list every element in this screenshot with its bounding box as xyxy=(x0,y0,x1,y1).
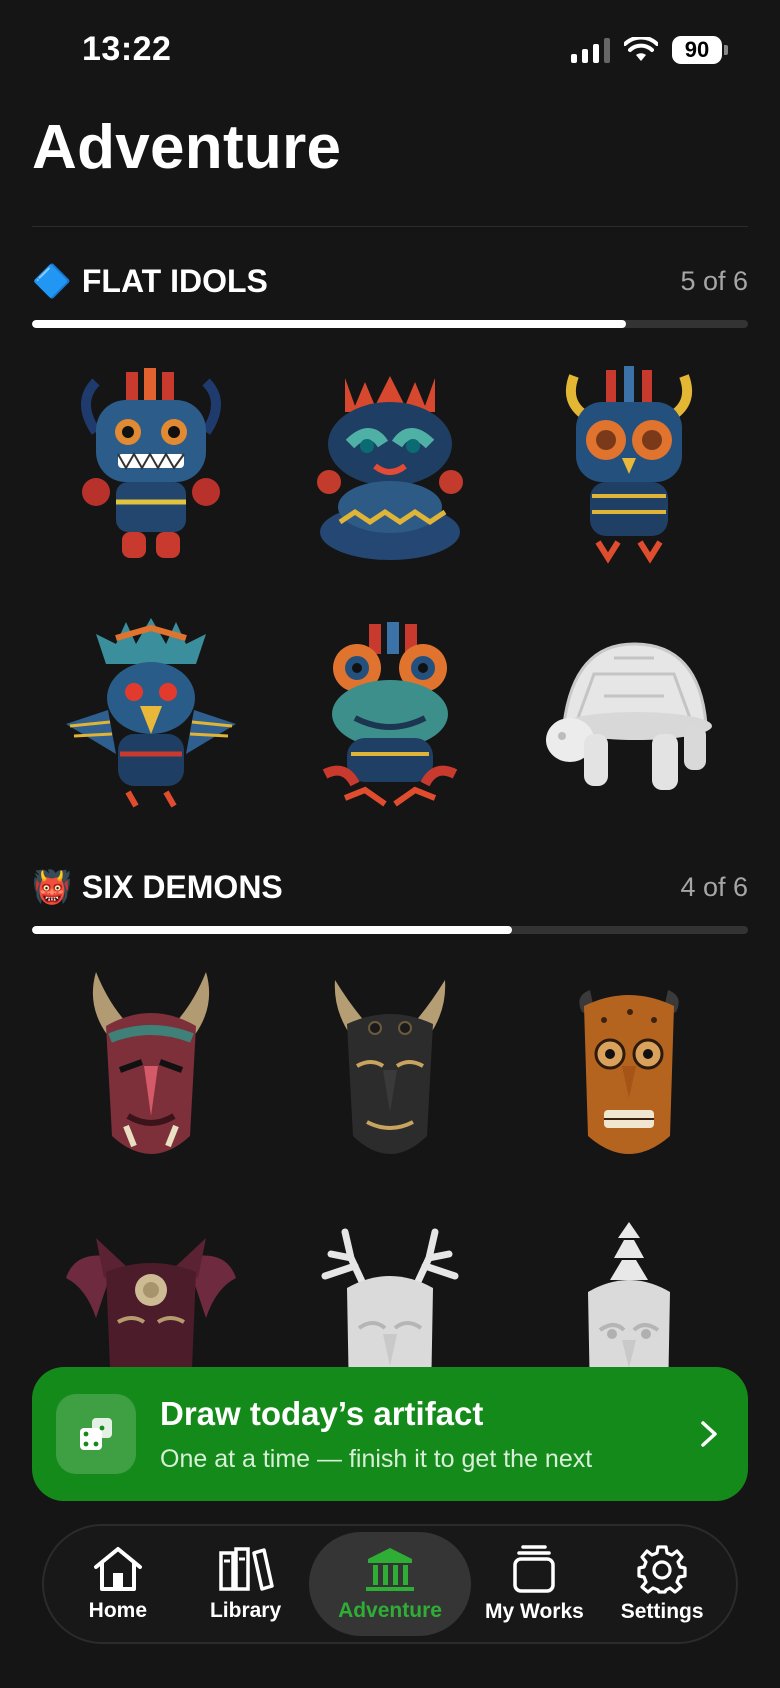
home-icon xyxy=(93,1547,142,1591)
artifact-card[interactable] xyxy=(32,610,271,828)
cta-subtitle: One at a time — finish it to get the nex… xyxy=(160,1444,593,1473)
black-oni-mask-icon xyxy=(334,980,446,1154)
artifact-card-locked[interactable] xyxy=(509,610,748,828)
artifact-card[interactable] xyxy=(509,358,748,576)
works-icon xyxy=(513,1545,556,1593)
collection-progress-bar xyxy=(32,320,748,328)
artifact-card[interactable] xyxy=(32,962,271,1180)
collection-title: SIX DEMONS xyxy=(81,868,283,905)
collection-grid-flat-idols xyxy=(32,358,748,828)
tab-label: Settings xyxy=(620,1600,704,1623)
diamond-emoji-icon: 🔷 xyxy=(32,263,72,299)
gear-icon xyxy=(637,1545,687,1594)
artifact-card[interactable] xyxy=(509,962,748,1180)
tab-home[interactable]: Home xyxy=(54,1532,182,1636)
status-time: 13:22 xyxy=(82,30,172,68)
idol-owl-figure-icon xyxy=(565,366,692,564)
tab-label: Adventure xyxy=(338,1599,442,1622)
museum-icon xyxy=(366,1548,414,1591)
page-title: Adventure xyxy=(32,113,342,182)
cta-title: Draw today’s artifact xyxy=(160,1394,484,1432)
dice-icon xyxy=(56,1394,136,1474)
collection-title: FLAT IDOLS xyxy=(81,262,268,299)
tab-my-works[interactable]: My Works xyxy=(471,1532,599,1636)
artifact-card[interactable] xyxy=(32,358,271,576)
collection-progress-bar xyxy=(32,926,748,934)
orange-oni-mask-icon xyxy=(578,990,679,1154)
battery-level: 90 xyxy=(672,36,722,64)
collection-grid-six-demons xyxy=(32,962,748,1432)
tab-adventure[interactable]: Adventure xyxy=(309,1532,471,1636)
collection-count: 5 of 6 xyxy=(680,265,748,296)
collection-header-flat-idols[interactable]: 🔷 FLAT IDOLS 5 of 6 xyxy=(32,262,748,300)
draw-artifact-button[interactable]: Draw today’s artifact One at a time — fi… xyxy=(32,1367,748,1501)
chevron-right-icon xyxy=(694,1419,724,1449)
library-icon xyxy=(218,1547,274,1591)
idol-turtle-figure-icon xyxy=(545,642,712,790)
battery-icon: 90 xyxy=(672,36,728,64)
idol-demon-figure-icon xyxy=(81,368,222,558)
idol-serpent-figure-icon xyxy=(316,376,463,560)
artifact-card[interactable] xyxy=(271,358,510,576)
wifi-icon xyxy=(624,37,658,61)
red-oni-mask-icon xyxy=(93,972,210,1154)
artifact-card[interactable] xyxy=(271,962,510,1180)
tab-label: Library xyxy=(209,1599,282,1622)
ogre-emoji-icon: 👹 xyxy=(32,869,72,905)
idol-frog-figure-icon xyxy=(322,622,458,807)
idol-eagle-figure-icon xyxy=(66,618,237,808)
tab-label: Home xyxy=(88,1599,148,1622)
tab-settings[interactable]: Settings xyxy=(598,1532,726,1636)
artifact-card[interactable] xyxy=(271,610,510,828)
bottom-tab-bar: Home Library Adventure My Works Settings xyxy=(42,1524,738,1644)
adventure-screen: 13:22 90 Adventure 🔷 FLAT IDOLS 5 of 6 👹… xyxy=(0,0,780,1688)
status-bar: 13:22 90 xyxy=(0,0,780,100)
collection-count: 4 of 6 xyxy=(680,871,748,902)
cellular-signal-icon xyxy=(571,37,610,63)
status-indicators: 90 xyxy=(571,36,728,64)
tab-label: My Works xyxy=(485,1600,584,1623)
collection-header-six-demons[interactable]: 👹 SIX DEMONS 4 of 6 xyxy=(32,868,748,906)
title-divider xyxy=(32,226,748,227)
tab-library[interactable]: Library xyxy=(182,1532,310,1636)
